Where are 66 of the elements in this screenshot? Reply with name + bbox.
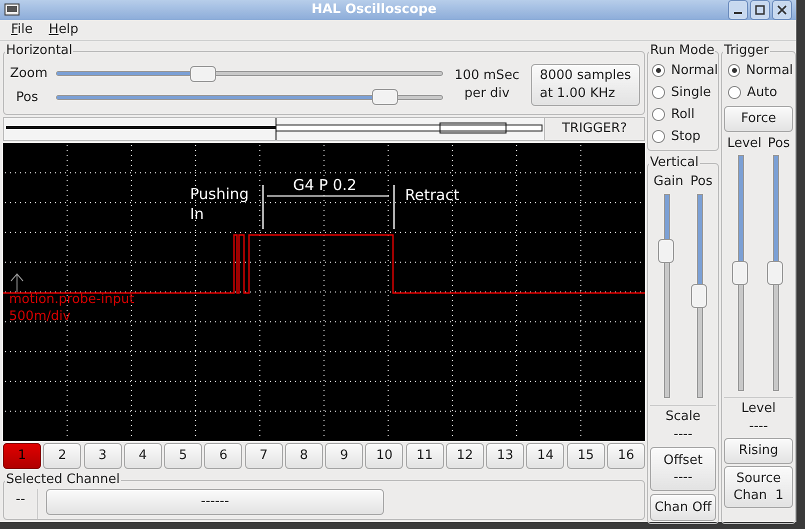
radio-button[interactable]: [728, 64, 740, 77]
slider-thumb[interactable]: [658, 239, 674, 264]
channel-button[interactable]: 8: [284, 442, 323, 468]
scope-annotation: Retract: [405, 184, 460, 206]
channel-name: motion.probe-input: [9, 290, 134, 308]
offset-button[interactable]: Offset ----: [650, 447, 716, 491]
radio-button[interactable]: [652, 108, 665, 121]
scale-value: ----: [674, 426, 692, 444]
channel-button[interactable]: 2: [43, 442, 82, 468]
scope-annotation: G4 P 0.2: [293, 174, 357, 196]
radio-button[interactable]: [728, 86, 742, 99]
channel-button[interactable]: 13: [486, 442, 524, 468]
radio-label: Auto: [747, 84, 778, 102]
slider-thumb[interactable]: [690, 284, 707, 308]
minimize-icon[interactable]: [728, 0, 748, 20]
window-icon: [4, 3, 20, 17]
source-button[interactable]: Source Chan 1: [724, 466, 794, 508]
trigger-status: TRIGGER?: [544, 118, 644, 140]
channel-button[interactable]: 6: [204, 442, 242, 468]
channel-button[interactable]: 4: [124, 442, 162, 468]
radio-label: Normal: [671, 62, 718, 80]
channel-button[interactable]: 14: [526, 442, 564, 468]
slider-label: Level: [727, 134, 762, 152]
maximize-icon[interactable]: [750, 0, 770, 20]
level-label: Level: [741, 400, 776, 418]
force-button[interactable]: Force: [724, 106, 794, 132]
radio-label: Normal: [746, 62, 794, 80]
radio-label: Stop: [671, 128, 701, 146]
channel-button[interactable]: 16: [606, 442, 645, 468]
slider-label: Gain: [654, 172, 684, 190]
slider-label: Zoom: [10, 65, 48, 83]
channel-button[interactable]: 15: [566, 442, 605, 468]
channel-button[interactable]: 7: [244, 442, 283, 468]
menu-item[interactable]: Help: [48, 20, 78, 40]
close-icon[interactable]: [772, 0, 792, 20]
channel-button[interactable]: 3: [84, 442, 122, 468]
arrow-icon: [10, 272, 24, 292]
radio-label: Roll: [671, 106, 695, 124]
slider-thumb[interactable]: [190, 66, 216, 82]
level-value: ----: [749, 418, 768, 436]
slider-label: Pos: [768, 134, 790, 152]
slider-label: Pos: [15, 88, 40, 106]
radio-button[interactable]: [652, 130, 665, 143]
channel-button[interactable]: 9: [325, 442, 364, 468]
channel-button[interactable]: 10: [365, 442, 404, 468]
slider-thumb[interactable]: [732, 261, 748, 285]
slider-thumb[interactable]: [766, 261, 783, 285]
channel-button[interactable]: 12: [446, 442, 484, 468]
radio-button[interactable]: [652, 86, 665, 99]
slider-label: Pos: [690, 172, 713, 190]
radio-label: Single: [671, 84, 711, 102]
radio-button[interactable]: [652, 64, 665, 77]
slider-thumb[interactable]: [372, 89, 398, 106]
scope-annotation: Pushing In: [190, 184, 250, 224]
chan-off-button[interactable]: Chan Off: [650, 494, 716, 521]
scale-label: Scale: [666, 408, 701, 426]
window-title: HAL Oscilloscope: [310, 1, 438, 20]
time-per-division: 100 mSec per div: [453, 66, 520, 102]
group-title: Trigger: [723, 42, 770, 60]
channel-scale: 500m/div: [9, 308, 72, 324]
channel-name-button[interactable]: ------: [46, 488, 384, 514]
channel-button[interactable]: 11: [406, 442, 444, 468]
channel-button[interactable]: 5: [164, 442, 202, 468]
menu-item[interactable]: File: [11, 20, 33, 40]
samples-button[interactable]: 8000 samples at 1.00 KHz: [530, 64, 640, 106]
edge-button[interactable]: Rising: [724, 438, 794, 464]
